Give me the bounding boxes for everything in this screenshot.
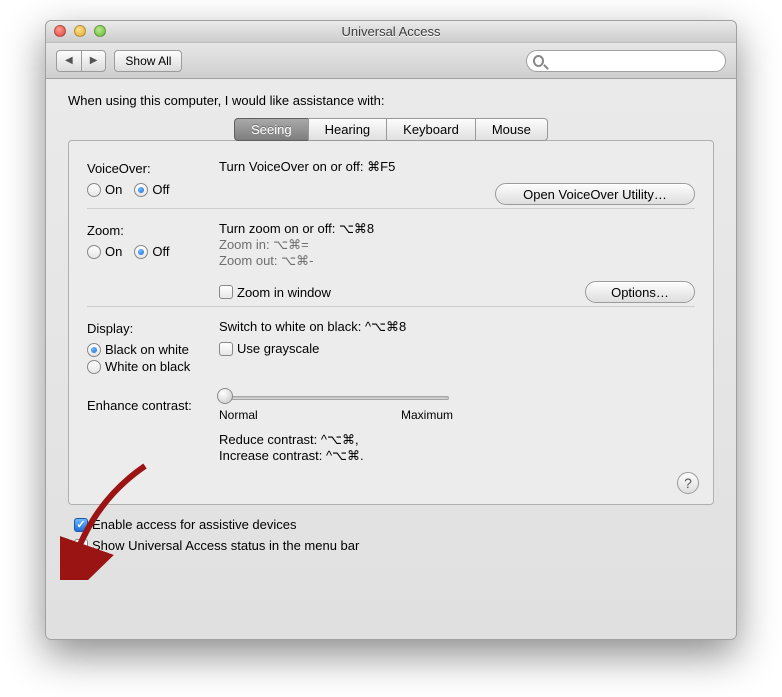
zoom-section: Zoom: On Off Turn zoom on or off: ⌥⌘8 Zo… bbox=[87, 209, 695, 307]
zoom-icon[interactable] bbox=[94, 25, 106, 37]
search-icon bbox=[533, 55, 544, 67]
zoom-off-radio[interactable]: Off bbox=[134, 244, 169, 259]
window-title: Universal Access bbox=[342, 24, 441, 39]
zoom-hint-toggle: Turn zoom on or off: ⌥⌘8 bbox=[219, 221, 695, 237]
help-button[interactable]: ? bbox=[677, 472, 699, 494]
zoom-hint-in: Zoom in: ⌥⌘= bbox=[219, 237, 695, 253]
zoom-on-radio[interactable]: On bbox=[87, 244, 122, 259]
white-on-black-radio[interactable]: White on black bbox=[87, 359, 207, 374]
reduce-contrast-hint: Reduce contrast: ^⌥⌘, bbox=[219, 432, 695, 448]
display-switch-hint: Switch to white on black: ^⌥⌘8 bbox=[219, 319, 695, 335]
zoom-in-window-checkbox[interactable]: Zoom in window bbox=[219, 285, 331, 300]
search-input[interactable] bbox=[548, 54, 719, 68]
zoom-heading: Zoom: bbox=[87, 223, 207, 238]
tab-seeing[interactable]: Seeing bbox=[234, 118, 308, 141]
show-all-button[interactable]: Show All bbox=[114, 50, 182, 72]
seeing-panel: VoiceOver: On Off Turn VoiceOver on or o… bbox=[68, 140, 714, 505]
slider-max-label: Maximum bbox=[401, 408, 453, 422]
toolbar: ◀ ▶ Show All bbox=[46, 43, 736, 79]
voiceover-heading: VoiceOver: bbox=[87, 161, 207, 176]
black-on-white-radio[interactable]: Black on white bbox=[87, 342, 207, 357]
help-icon: ? bbox=[684, 475, 692, 491]
tab-hearing[interactable]: Hearing bbox=[308, 118, 388, 141]
voiceover-hint: Turn VoiceOver on or off: ⌘F5 bbox=[219, 159, 695, 175]
titlebar: Universal Access bbox=[46, 21, 736, 43]
intro-text: When using this computer, I would like a… bbox=[68, 93, 714, 108]
chevron-left-icon: ◀ bbox=[65, 55, 73, 66]
open-voiceover-utility-button[interactable]: Open VoiceOver Utility… bbox=[495, 183, 695, 205]
close-icon[interactable] bbox=[54, 25, 66, 37]
search-field[interactable] bbox=[526, 50, 726, 72]
preferences-window: Universal Access ◀ ▶ Show All When using… bbox=[45, 20, 737, 640]
increase-contrast-hint: Increase contrast: ^⌥⌘. bbox=[219, 448, 695, 464]
voiceover-section: VoiceOver: On Off Turn VoiceOver on or o… bbox=[87, 155, 695, 209]
slider-knob-icon[interactable] bbox=[217, 388, 233, 404]
voiceover-off-radio[interactable]: Off bbox=[134, 182, 169, 197]
minimize-icon[interactable] bbox=[74, 25, 86, 37]
enhance-contrast-slider[interactable] bbox=[219, 388, 449, 406]
use-grayscale-checkbox[interactable]: Use grayscale bbox=[219, 341, 319, 356]
footer: Enable access for assistive devices Show… bbox=[68, 505, 714, 553]
enable-assistive-devices-checkbox[interactable]: Enable access for assistive devices bbox=[74, 517, 708, 532]
tab-mouse[interactable]: Mouse bbox=[475, 118, 548, 141]
display-heading: Display: bbox=[87, 321, 207, 336]
voiceover-on-radio[interactable]: On bbox=[87, 182, 122, 197]
enhance-contrast-label: Enhance contrast: bbox=[87, 398, 207, 413]
zoom-hint-out: Zoom out: ⌥⌘- bbox=[219, 253, 695, 269]
show-status-menubar-checkbox[interactable]: Show Universal Access status in the menu… bbox=[74, 538, 708, 553]
forward-button[interactable]: ▶ bbox=[81, 50, 107, 72]
zoom-options-button[interactable]: Options… bbox=[585, 281, 695, 303]
chevron-right-icon: ▶ bbox=[90, 55, 98, 66]
tab-keyboard[interactable]: Keyboard bbox=[386, 118, 476, 141]
slider-min-label: Normal bbox=[219, 408, 258, 422]
back-button[interactable]: ◀ bbox=[56, 50, 81, 72]
tab-bar: Seeing Hearing Keyboard Mouse bbox=[68, 118, 714, 141]
display-section: Display: Black on white White on black S… bbox=[87, 307, 695, 492]
